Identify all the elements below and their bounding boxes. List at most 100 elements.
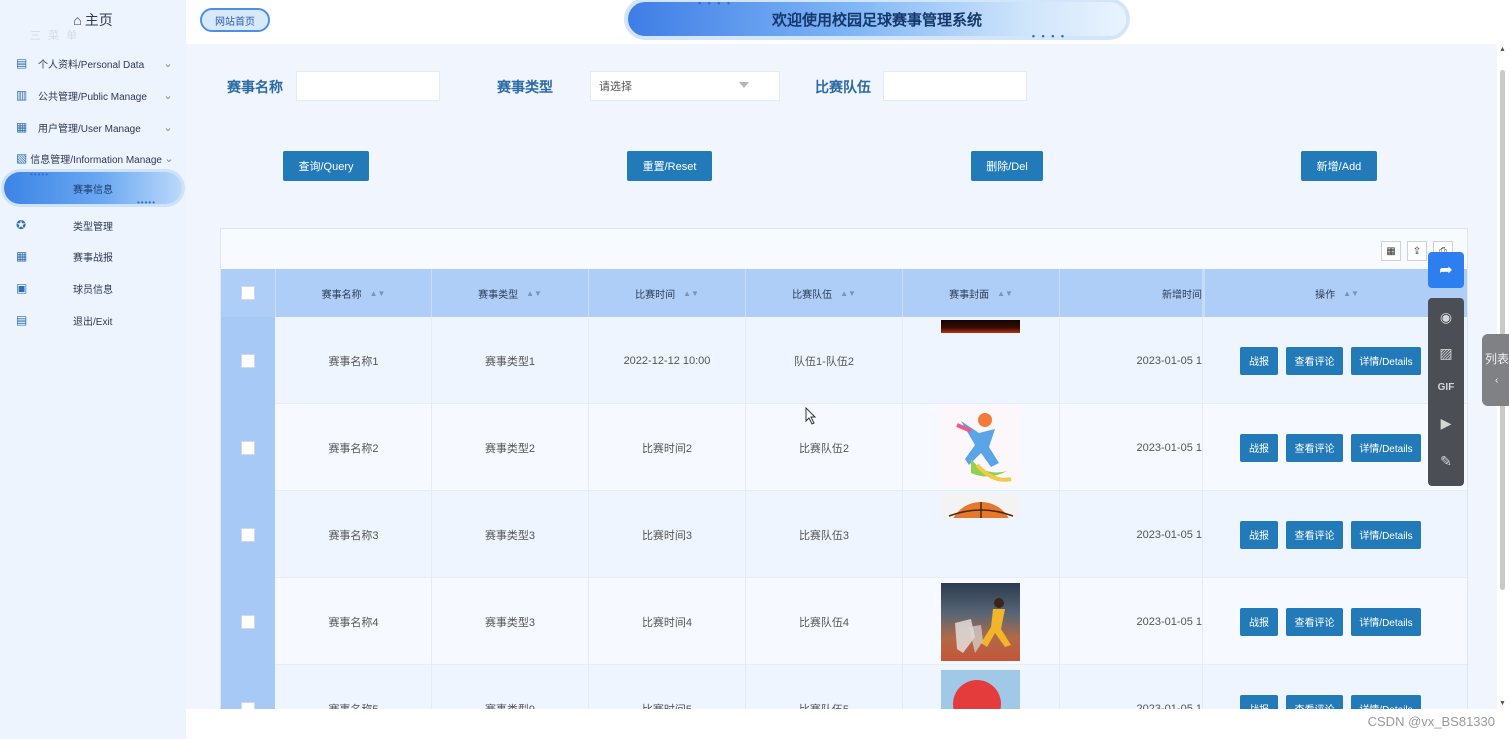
row-actions: 战报 查看评论 详情/Details (1240, 317, 1421, 404)
scroll-up-icon[interactable]: ▲ (1499, 46, 1506, 53)
sidebar-group-information[interactable]: ▧ 信息管理/Information Manage ⌄ (0, 145, 186, 171)
filter-team-input[interactable] (883, 71, 1027, 101)
sidebar-ghost-text: 三 菜 单 (30, 30, 80, 42)
cell-type: 赛事类型3 (432, 578, 589, 665)
details-button[interactable]: 详情/Details (1351, 694, 1421, 709)
view-comments-button[interactable]: 查看评论 (1286, 607, 1343, 636)
table-row: 赛事名称5 赛事类型9 比赛时间5 比赛队伍5 2023-01-05 1 战报 … (221, 665, 1467, 709)
chevron-down-icon: ⌄ (164, 152, 174, 165)
cell-name: 赛事名称4 (276, 578, 432, 665)
cell-type: 赛事类型2 (432, 404, 589, 491)
row-checkbox[interactable] (241, 701, 255, 709)
table-row: 赛事名称2 赛事类型2 比赛时间2 比赛队伍2 2023-01-05 1 战报 (221, 404, 1467, 491)
column-header-added[interactable]: 新增时间 (1060, 269, 1203, 317)
export-icon[interactable]: ⇪ (1407, 241, 1427, 261)
column-header-name[interactable]: 赛事名称 ▲▼ (276, 269, 432, 317)
report-button[interactable]: 战报 (1240, 433, 1278, 462)
camera-icon[interactable]: ◉ (1428, 304, 1464, 330)
ping-pong-figure (953, 680, 1001, 709)
sidebar-item-exit[interactable]: ▤ 退出/Exit (0, 308, 186, 332)
scroll-down-icon[interactable]: ▼ (1499, 700, 1506, 707)
topbar: 网站首页 • • • • 欢迎使用校园足球赛事管理系统 • • • • (186, 0, 1509, 44)
details-button[interactable]: 详情/Details (1351, 607, 1421, 636)
column-header-time[interactable]: 比赛时间 ▲▼ (589, 269, 746, 317)
cell-time: 比赛时间4 (589, 578, 746, 665)
chevron-down-icon: ⌄ (163, 89, 173, 102)
cell-cover (903, 578, 1060, 665)
cell-team: 比赛队伍5 (746, 665, 903, 709)
image-icon[interactable]: ▨ (1428, 340, 1464, 366)
row-checkbox[interactable] (241, 527, 255, 542)
report-button[interactable]: 战报 (1240, 694, 1278, 709)
column-header-type[interactable]: 赛事类型 ▲▼ (432, 269, 589, 317)
share-icon[interactable]: ➦ (1428, 252, 1464, 288)
details-button[interactable]: 详情/Details (1351, 346, 1421, 375)
side-list-tab[interactable]: 列表 ‹ (1482, 334, 1509, 406)
cell-added: 2023-01-05 1 (1060, 491, 1203, 578)
users-icon: ▦ (16, 120, 28, 134)
fire-image (941, 320, 1020, 333)
row-checkbox[interactable] (241, 440, 255, 455)
sidebar-item-report[interactable]: ▦ 赛事战报 (0, 244, 186, 268)
delete-button[interactable]: 删除/Del (971, 151, 1043, 181)
cell-cover (903, 317, 1060, 404)
row-checkbox[interactable] (241, 614, 255, 629)
view-comments-button[interactable]: 查看评论 (1286, 694, 1343, 709)
row-checkbox[interactable] (241, 353, 255, 368)
cell-type: 赛事类型9 (432, 665, 589, 709)
chevron-down-icon: ⌄ (163, 121, 173, 134)
select-all-cell (221, 269, 276, 317)
cell-added: 2023-01-05 1 (1060, 317, 1203, 404)
sidebar-group-users[interactable]: ▦ 用户管理/User Manage ⌄ (0, 114, 186, 140)
sidebar-group-personal[interactable]: ▤ 个人资料/Personal Data ⌄ (0, 50, 186, 76)
site-home-link[interactable]: 网站首页 (200, 8, 270, 32)
reset-button[interactable]: 重置/Reset (627, 151, 712, 181)
column-header-cover[interactable]: 赛事封面 ▲▼ (903, 269, 1060, 317)
calendar-icon: ▦ (16, 249, 28, 263)
decor-dots: • • • • (1031, 31, 1066, 41)
home-icon: ⌂ (73, 12, 82, 28)
sidebar-item-type[interactable]: ✪ 类型管理 (0, 213, 186, 237)
column-header-team[interactable]: 比赛队伍 ▲▼ (746, 269, 903, 317)
cell-added: 2023-01-05 1 (1060, 404, 1203, 491)
sidebar-home[interactable]: ⌂ 主页 (0, 10, 186, 30)
view-comments-button[interactable]: 查看评论 (1286, 433, 1343, 462)
select-all-checkbox[interactable] (241, 286, 255, 300)
view-comments-button[interactable]: 查看评论 (1286, 346, 1343, 375)
calendar-check-icon: ▣ (16, 281, 28, 295)
decor-dots: ••••• (136, 198, 156, 207)
report-button[interactable]: 战报 (1240, 607, 1278, 636)
sidebar-group-public[interactable]: ▥ 公共管理/Public Manage ⌄ (0, 82, 186, 108)
cell-name: 赛事名称3 (276, 491, 432, 578)
pen-icon[interactable]: ✎ (1428, 448, 1464, 474)
query-button[interactable]: 查询/Query (283, 151, 369, 181)
award-icon: ✪ (16, 218, 27, 232)
cell-time: 比赛时间3 (589, 491, 746, 578)
decor-dots: ••••• (30, 170, 50, 179)
cell-cover (903, 665, 1060, 709)
filter-type-select[interactable]: 请选择 (590, 71, 780, 101)
gif-icon[interactable]: GIF (1428, 374, 1464, 400)
row-actions: 战报 查看评论 详情/Details (1240, 578, 1421, 665)
main-content: 赛事名称 赛事类型 请选择 比赛队伍 查询/Query 重置/Reset 删除/… (186, 44, 1497, 709)
details-button[interactable]: 详情/Details (1351, 520, 1421, 549)
cell-cover (903, 491, 1060, 578)
sort-icon: ▲▼ (840, 288, 856, 298)
video-icon[interactable]: ▶ (1428, 410, 1464, 436)
sort-icon: ▲▼ (997, 288, 1013, 298)
report-button[interactable]: 战报 (1240, 520, 1278, 549)
sidebar-item-active[interactable]: ••••• 赛事信息 ••••• (4, 170, 182, 207)
chart-icon: ▧ (16, 151, 28, 165)
table-row: 赛事名称4 赛事类型3 比赛时间4 比赛队伍4 2023-01-05 1 战报 … (221, 578, 1467, 665)
sidebar-item-players[interactable]: ▣ 球员信息 (0, 276, 186, 300)
add-button[interactable]: 新增/Add (1301, 151, 1377, 181)
running-race-image (941, 583, 1020, 661)
details-button[interactable]: 详情/Details (1351, 433, 1421, 462)
view-comments-button[interactable]: 查看评论 (1286, 520, 1343, 549)
basketball-image (941, 494, 1020, 518)
report-button[interactable]: 战报 (1240, 346, 1278, 375)
cell-name: 赛事名称2 (276, 404, 432, 491)
scrollbar-thumb[interactable] (1500, 70, 1505, 590)
filter-name-input[interactable] (296, 71, 440, 101)
columns-icon[interactable]: ▦ (1381, 241, 1401, 261)
